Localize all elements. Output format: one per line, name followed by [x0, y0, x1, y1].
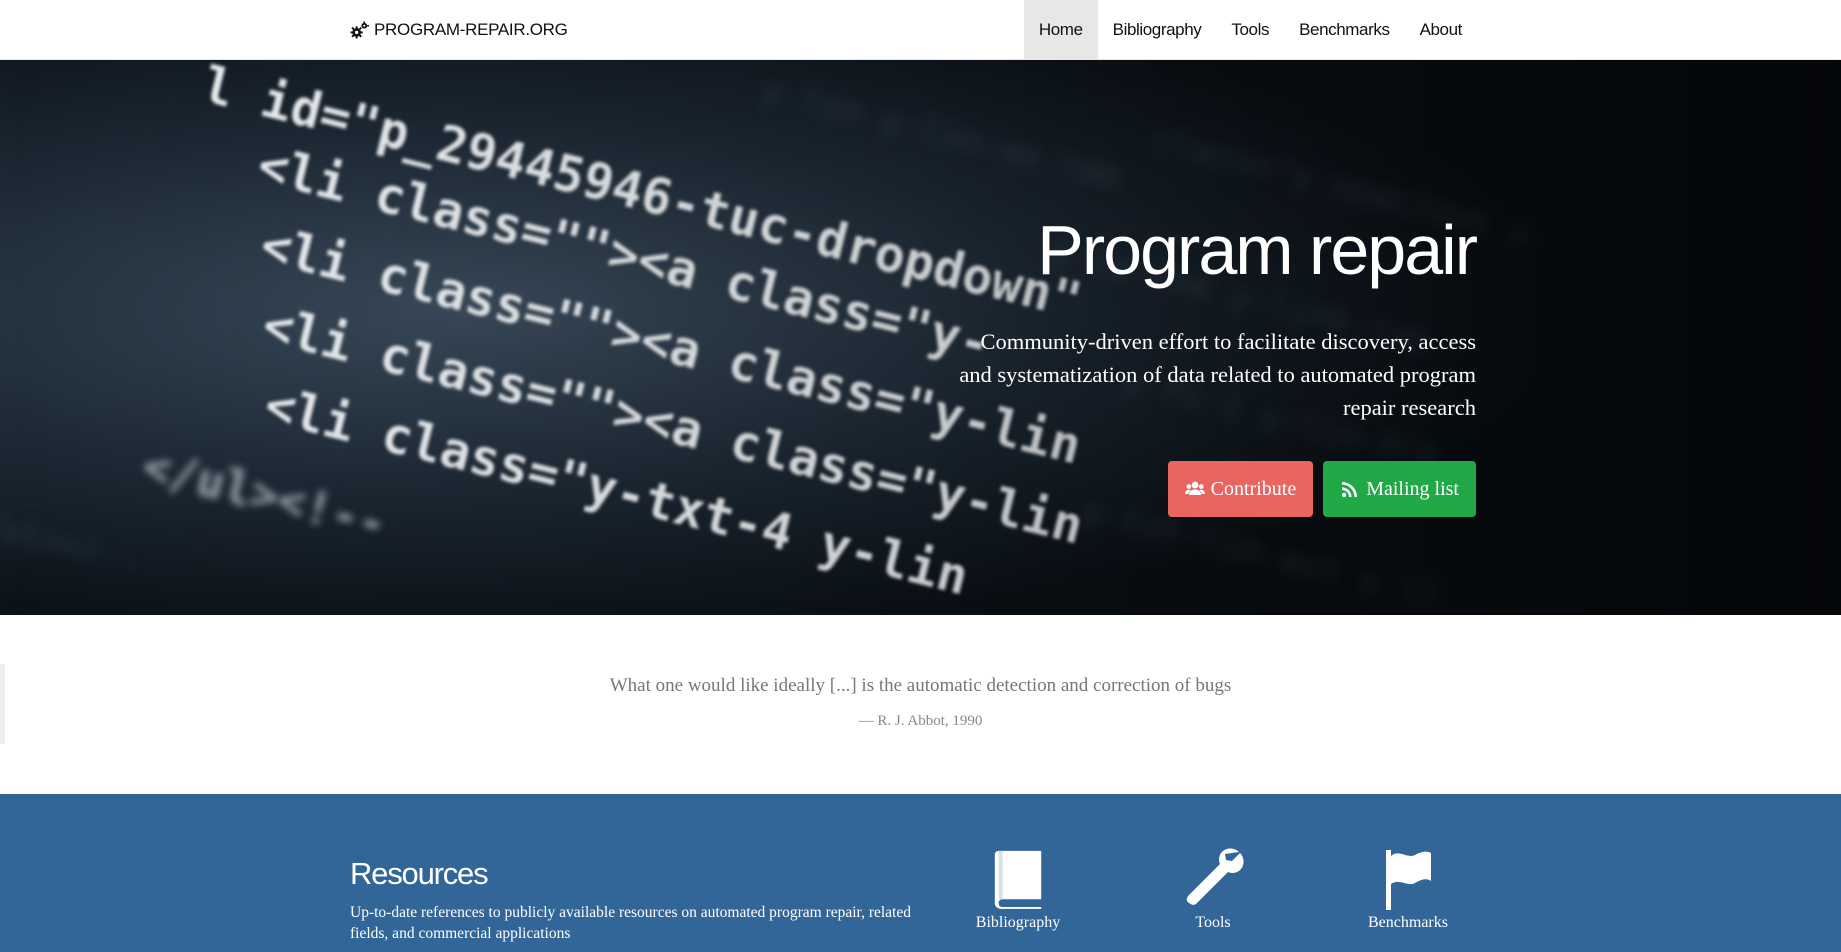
nav-about[interactable]: About [1405, 0, 1477, 60]
resource-label-tools: Tools [1195, 914, 1231, 931]
hero-subtitle: Community-driven effort to facilitate di… [959, 329, 1476, 420]
contribute-label: Contribute [1210, 477, 1297, 500]
navbar: PROGRAM-REPAIR.ORG Home Bibliography Too… [0, 0, 1841, 60]
nav-bibliography[interactable]: Bibliography [1098, 0, 1217, 60]
hero-banner: y-lin y-lin-ex-tab class="y-spacious y- … [0, 60, 1841, 615]
hero-buttons: Contribute Mailing list [1167, 461, 1476, 517]
hero-title: Program repair [1037, 211, 1478, 289]
mailing-list-button[interactable]: Mailing list [1323, 461, 1476, 517]
flag-icon [1386, 850, 1431, 910]
resource-link-benchmarks[interactable]: Benchmarks [1333, 846, 1483, 932]
hero-code-background: y-lin y-lin-ex-tab class="y-spacious y- … [0, 60, 1841, 615]
mailing-list-label: Mailing list [1366, 477, 1459, 500]
resource-label-benchmarks: Benchmarks [1368, 914, 1448, 931]
resource-label-bibliography: Bibliography [975, 914, 1061, 931]
resources-description: Up-to-date references to publicly availa… [350, 904, 911, 942]
resource-link-tools[interactable]: Tools [1138, 846, 1288, 932]
users-icon [1184, 481, 1205, 495]
contribute-button[interactable]: Contribute [1167, 461, 1314, 517]
quote-author: — R. J. Abbot, 1990 [858, 713, 983, 729]
brand-text: PROGRAM-REPAIR.ORG [374, 20, 568, 39]
resources-section: Resources Up-to-date references to publi… [0, 794, 1841, 952]
quote-text: What one would like ideally [...] is the… [609, 675, 1232, 696]
nav-tools[interactable]: Tools [1216, 0, 1284, 60]
nav-home[interactable]: Home [1023, 0, 1098, 60]
book-icon [994, 850, 1042, 909]
rss-icon [1342, 482, 1358, 498]
wrench-icon [1186, 848, 1244, 905]
nav-benchmarks[interactable]: Benchmarks [1284, 0, 1404, 60]
resource-link-bibliography[interactable]: Bibliography [943, 846, 1093, 932]
brand-link[interactable]: PROGRAM-REPAIR.ORG [350, 0, 568, 60]
resources-title: Resources [350, 856, 489, 891]
main-nav: Home Bibliography Tools Benchmarks About [1023, 0, 1477, 60]
gears-icon [350, 20, 369, 38]
